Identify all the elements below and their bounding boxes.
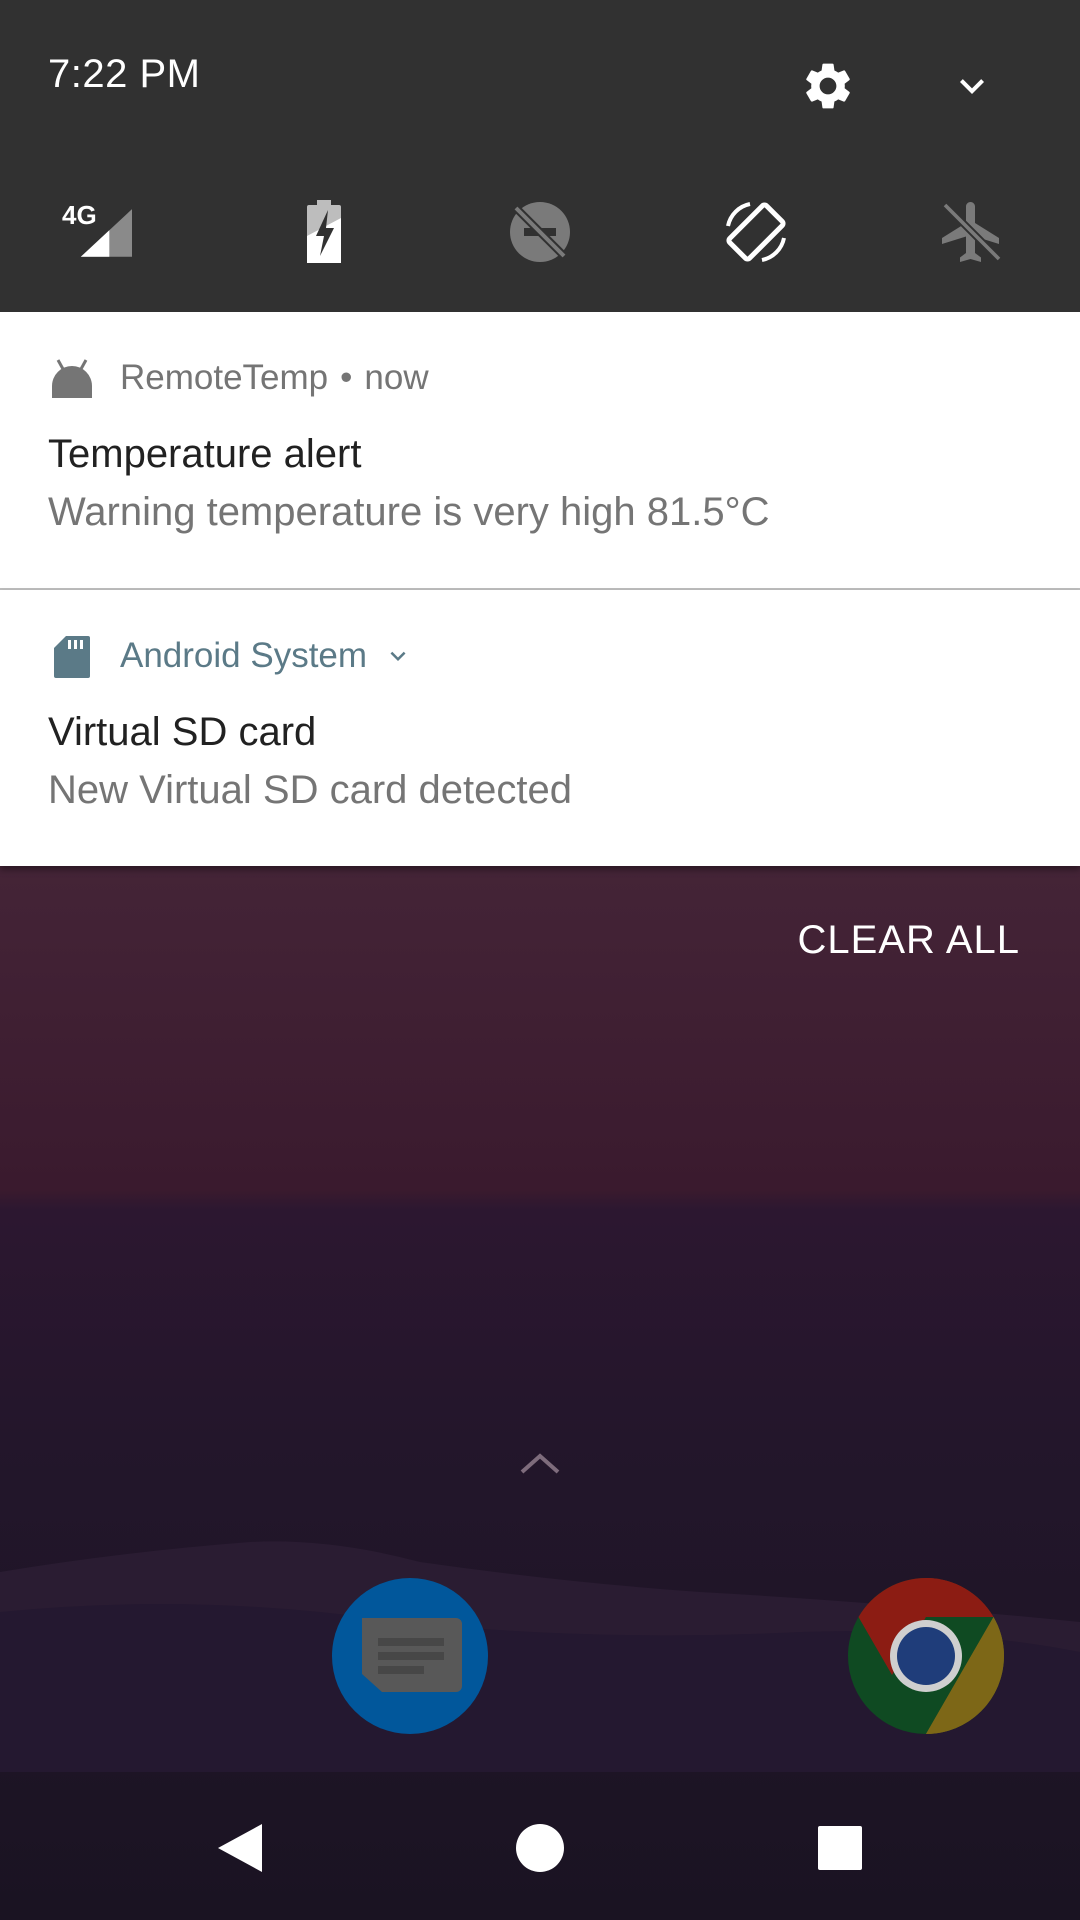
notification-header: RemoteTemp • now xyxy=(48,356,429,400)
notification-title: Temperature alert xyxy=(48,432,362,476)
airplane-mode-icon[interactable] xyxy=(936,196,1008,268)
notification-app-name: Android System xyxy=(120,636,368,675)
battery-charging-icon[interactable] xyxy=(288,196,360,268)
android-robot-icon xyxy=(48,354,96,402)
notification-android-system[interactable]: Android System Virtual SD card New Virtu… xyxy=(0,590,1080,866)
recents-icon[interactable] xyxy=(804,1812,876,1884)
notification-title: Virtual SD card xyxy=(48,710,317,754)
messages-app-icon[interactable] xyxy=(332,1578,488,1734)
expand-notification-icon[interactable] xyxy=(383,641,413,671)
notification-text: New Virtual SD card detected xyxy=(48,768,572,812)
home-icon[interactable] xyxy=(504,1812,576,1884)
app-drawer-arrow-icon[interactable] xyxy=(516,1448,564,1478)
expand-chevron-icon[interactable] xyxy=(948,62,996,110)
sd-card-icon xyxy=(48,632,96,680)
status-time: 7:22 PM xyxy=(48,52,201,96)
network-type-label: 4G xyxy=(62,200,97,230)
notification-app-name: RemoteTemp xyxy=(120,358,329,397)
dnd-off-icon[interactable] xyxy=(504,196,576,268)
back-icon[interactable] xyxy=(204,1812,276,1884)
notification-remotetemp[interactable]: RemoteTemp • now Temperature alert Warni… xyxy=(0,312,1080,590)
navigation-bar xyxy=(0,1776,1080,1920)
signal-4g-icon[interactable]: 4G xyxy=(60,196,132,268)
notification-time: now xyxy=(364,358,429,397)
settings-icon[interactable] xyxy=(800,58,856,114)
notification-separator: • xyxy=(340,358,353,397)
clear-all-button[interactable]: CLEAR ALL xyxy=(798,918,1020,963)
notification-text: Warning temperature is very high 81.5°C xyxy=(48,490,770,534)
chrome-app-icon[interactable] xyxy=(848,1578,1004,1734)
notification-header: Android System xyxy=(48,634,413,678)
auto-rotate-icon[interactable] xyxy=(720,196,792,268)
quick-settings-header: 7:22 PM 4G xyxy=(0,0,1080,312)
